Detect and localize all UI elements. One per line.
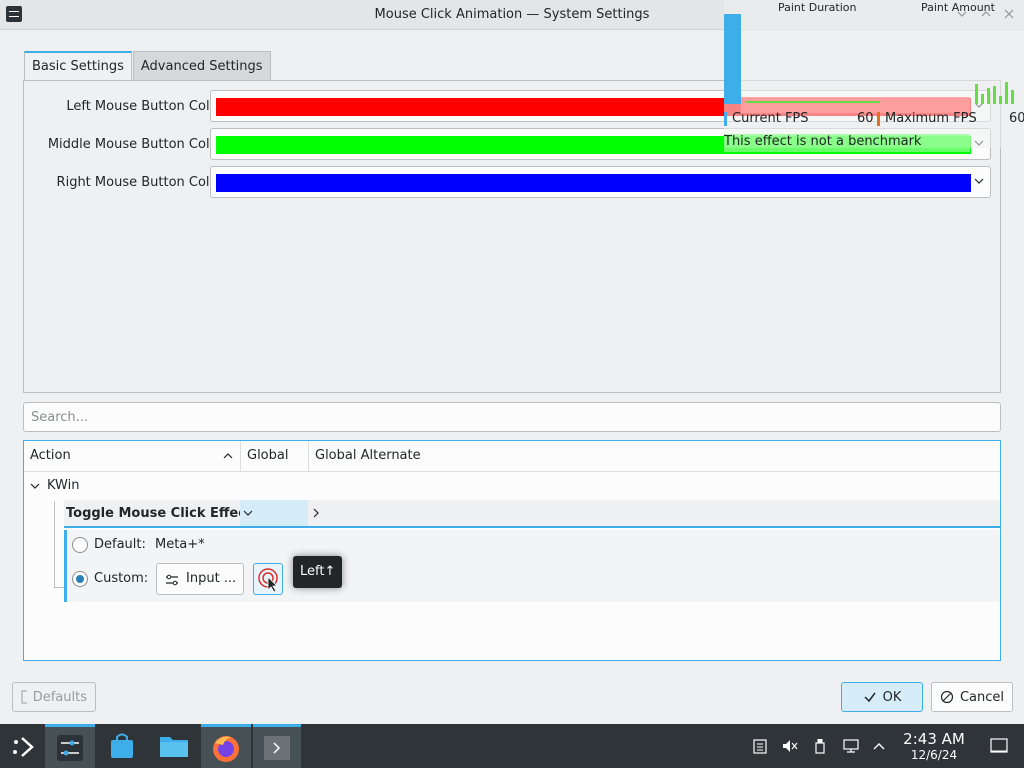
application-launcher[interactable] (0, 724, 44, 768)
tree-group-kwin[interactable]: KWin (24, 473, 1000, 499)
store-bag-icon (111, 733, 133, 758)
firefox-icon (213, 736, 239, 762)
custom-label: Custom: (94, 571, 149, 586)
terminal-icon (264, 736, 290, 760)
cancel-button[interactable]: Cancel (931, 682, 1013, 712)
global-shortcut-cell[interactable] (240, 500, 308, 526)
paint-bars (975, 82, 1015, 104)
taskbar-firefox[interactable] (201, 724, 251, 768)
default-label: Default: (94, 537, 146, 552)
tab-advanced-settings[interactable]: Advanced Settings (132, 51, 271, 81)
right-color-label: Right Mouse Button Color: (56, 175, 227, 190)
configure-icon (166, 574, 178, 586)
tree-line (54, 501, 55, 587)
taskbar: 2:43 AM 12/6/24 (0, 724, 1024, 768)
system-settings-icon (57, 735, 83, 761)
chevron-down-icon (974, 178, 984, 184)
taskbar-file-manager[interactable] (152, 724, 196, 768)
tab-basic-settings[interactable]: Basic Settings (24, 51, 132, 81)
max-fps-label: Maximum FPS (885, 111, 977, 126)
sort-up-icon (223, 453, 233, 459)
ok-button[interactable]: OK (841, 682, 923, 712)
group-label: KWin (47, 478, 80, 493)
clock[interactable]: 2:43 AM 12/6/24 (898, 730, 970, 763)
clipboard-icon[interactable] (752, 738, 768, 754)
steam-deck-launcher-icon (13, 737, 34, 757)
usb-drive-icon[interactable] (812, 738, 828, 754)
fps-marker (724, 112, 727, 126)
default-shortcut-value: Meta+* (155, 537, 205, 552)
chevron-up-icon[interactable] (871, 738, 887, 754)
max-fps-value: 60 (1009, 111, 1024, 126)
key-tooltip: Left↑ (293, 556, 343, 588)
column-action[interactable]: Action (24, 441, 240, 471)
column-global[interactable]: Global (240, 441, 308, 471)
taskbar-konsole[interactable] (253, 724, 301, 768)
search-field[interactable] (23, 402, 1001, 432)
chevron-down-icon (30, 483, 40, 489)
clock-date: 12/6/24 (910, 748, 958, 762)
right-color-swatch (216, 174, 971, 192)
right-color-row: Right Mouse Button Color: (24, 166, 1000, 198)
left-color-label: Left Mouse Button Color: (66, 99, 227, 114)
taskbar-system-settings[interactable] (45, 724, 95, 768)
action-label: Toggle Mouse Click Effect (66, 506, 253, 521)
paint-amount-label: Paint Amount (921, 1, 995, 14)
column-global-alternate[interactable]: Global Alternate (308, 441, 508, 471)
benchmark-note: This effect is not a benchmark (724, 134, 922, 149)
volume-muted-icon[interactable] (782, 738, 798, 754)
action-row[interactable]: Toggle Mouse Click Effect (64, 500, 1000, 528)
default-radio[interactable] (72, 537, 88, 553)
input-button-label: Input ... (186, 571, 237, 586)
mouse-click-icon (258, 568, 278, 592)
taskbar-discover[interactable] (100, 724, 144, 768)
chevron-right-icon[interactable] (310, 507, 322, 519)
cancel-icon (940, 690, 954, 704)
tab-bar: Basic Settings Advanced Settings (24, 51, 272, 81)
clear-shortcut-button[interactable] (253, 563, 283, 595)
defaults-button[interactable]: Defaults (12, 682, 96, 712)
search-input[interactable] (24, 403, 1000, 431)
network-wired-icon[interactable] (843, 738, 859, 754)
shortcut-editor: Default: Meta+* Custom: Input ... Left↑ (64, 530, 1000, 602)
middle-color-label: Middle Mouse Button Color: (47, 137, 227, 152)
tree-line (54, 587, 64, 588)
folder-icon (160, 737, 188, 757)
show-desktop-icon[interactable] (990, 737, 1008, 755)
paint-graph-line (745, 101, 880, 103)
current-fps-label: Current FPS (732, 111, 809, 126)
table-header: Action Global Global Alternate (24, 441, 1000, 472)
document-icon (21, 690, 27, 704)
paint-duration-label: Paint Duration (778, 1, 857, 14)
input-shortcut-button[interactable]: Input ... (156, 563, 244, 595)
fps-bar (724, 14, 741, 104)
right-color-picker[interactable] (210, 166, 991, 198)
clock-time: 2:43 AM (903, 730, 965, 748)
max-fps-marker (877, 112, 880, 126)
current-fps-value: 60 (857, 111, 874, 126)
chevron-down-icon (243, 510, 253, 516)
shortcuts-table: Action Global Global Alternate KWin Togg… (23, 440, 1001, 661)
checkmark-icon (864, 692, 876, 703)
custom-radio[interactable] (72, 571, 88, 587)
